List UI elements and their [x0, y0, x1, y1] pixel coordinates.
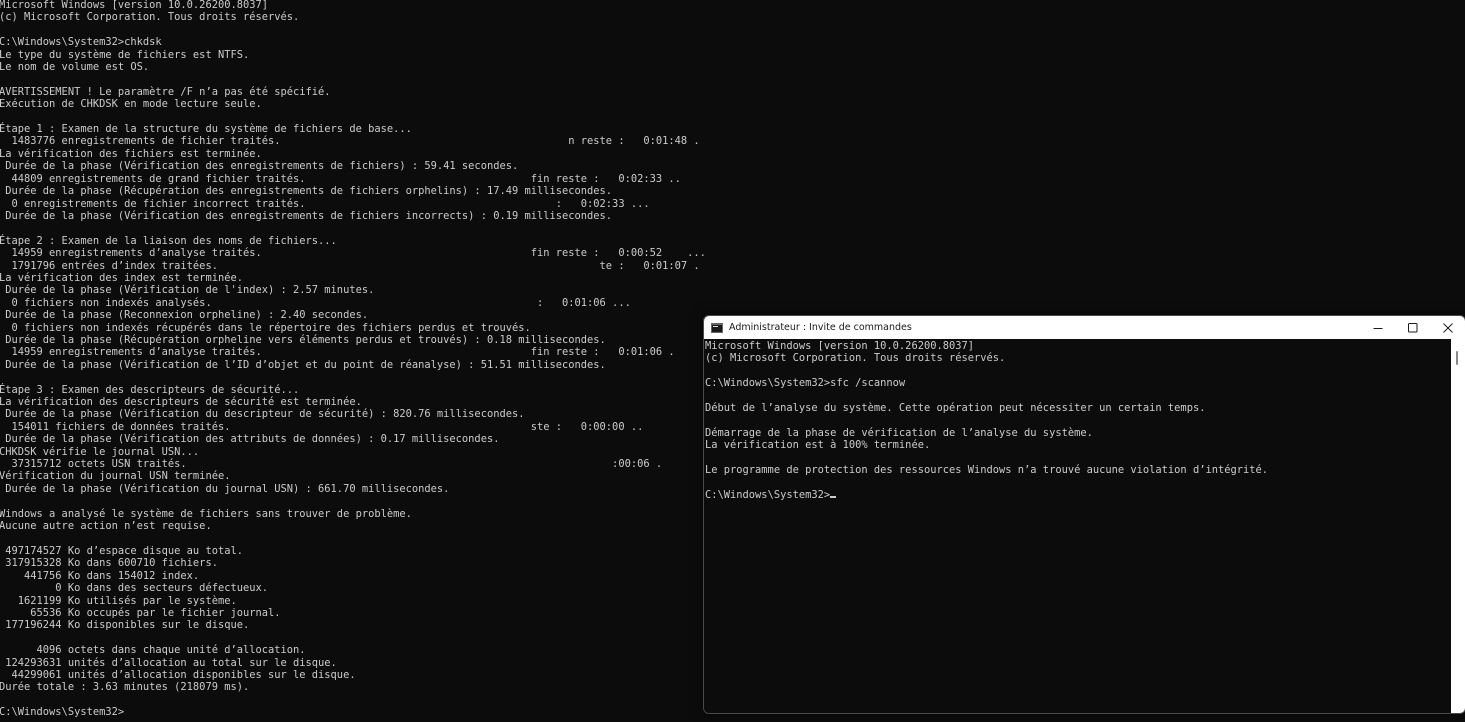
background-console-line: 65536 Ko occupés par le fichier journal. — [0, 606, 281, 619]
window-titlebar[interactable]: Administrateur : Invite de commandes — [704, 316, 1465, 339]
background-console-line: Durée de la phase (Reconnexion orpheline… — [0, 309, 369, 322]
background-console-line: AVERTISSEMENT ! Le paramètre /F n’a pas … — [0, 85, 331, 98]
background-console-line: C:\Windows\System32>chkdsk — [0, 36, 162, 49]
background-console-line: 124293631 unités d’allocation au total s… — [0, 656, 337, 669]
background-console-line: 44809 enregistrements de grand fichier t… — [0, 172, 681, 185]
window-title: Administrateur : Invite de commandes — [729, 322, 912, 333]
background-console-line: 14959 enregistrements d’analyse traités.… — [0, 247, 706, 260]
background-console-line: La vérification des descripteurs de sécu… — [0, 396, 362, 408]
background-console-line: Durée de la phase (Récupération des enre… — [0, 185, 613, 198]
command-prompt-line: (c) Microsoft Corporation. Tous droits r… — [705, 352, 1006, 365]
background-console-line: Étape 1 : Examen de la structure du syst… — [0, 123, 412, 136]
window-controls — [1360, 316, 1465, 339]
background-console-line: Exécution de CHKDSK en mode lecture seul… — [0, 98, 262, 111]
cmd-icon — [711, 322, 723, 333]
command-prompt-line: Le programme de protection des ressource… — [705, 464, 1269, 477]
background-console-line: CHKDSK vérifie le journal USN... — [0, 445, 200, 458]
background-console-line: 441756 Ko dans 154012 index. — [0, 569, 200, 582]
command-prompt-line: Début de l’analyse du système. Cette opé… — [705, 402, 1206, 415]
background-console-line: 44299061 unités d’allocation disponibles… — [0, 668, 356, 681]
background-console-line: Durée de la phase (Vérification de l’ID … — [0, 358, 606, 371]
background-console-line: 154011 fichiers de données traités. ste … — [0, 420, 644, 433]
command-prompt-line: La vérification est à 100% terminée. — [705, 439, 931, 452]
background-console-line: La vérification des index est terminée. — [0, 271, 243, 284]
command-prompt-line: C:\Windows\System32>sfc /scannow — [705, 377, 906, 390]
background-console-line: 0 fichiers non indexés analysés. : 0:01:… — [0, 296, 631, 309]
background-console-line: Durée de la phase (Vérification du descr… — [0, 408, 525, 421]
background-console-line: La vérification des fichiers est terminé… — [0, 147, 262, 160]
background-console-line: Durée de la phase (Vérification des attr… — [0, 433, 500, 446]
background-console-line: 497174527 Ko d’espace disque au total. — [0, 544, 243, 557]
background-console-line: Durée de la phase (Vérification de l'ind… — [0, 284, 375, 297]
command-prompt-line: Démarrage de la phase de vérification de… — [705, 426, 1093, 439]
background-console-line: Windows a analysé le système de fichiers… — [0, 507, 412, 520]
text-cursor — [830, 495, 837, 498]
background-console-output: Microsoft Windows [version 10.0.26200.80… — [0, 0, 706, 719]
background-console-line: 37315712 octets USN traités. :00:06 . — [0, 458, 663, 471]
command-prompt-line: Microsoft Windows [version 10.0.26200.80… — [705, 340, 974, 352]
background-console-line: Le nom de volume est OS. — [0, 61, 150, 74]
close-icon — [1442, 322, 1453, 333]
background-console-line: Aucune autre action n’est requise. — [0, 520, 212, 533]
background-console-line: Durée totale : 3.63 minutes (218079 ms). — [0, 681, 250, 694]
background-console-line: Étape 3 : Examen des descripteurs de séc… — [0, 383, 300, 396]
background-console-line: 1791796 entrées d’index traitées. te : 0… — [0, 259, 700, 272]
background-console-line: 14959 enregistrements d’analyse traités.… — [0, 346, 675, 359]
console-output-area[interactable]: Microsoft Windows [version 10.0.26200.80… — [704, 339, 1451, 713]
background-console-line: Étape 2 : Examen de la liaison des noms … — [0, 234, 337, 247]
background-console-line: Durée de la phase (Vérification des enre… — [0, 160, 519, 173]
background-console-line: 317915328 Ko dans 600710 fichiers. — [0, 557, 218, 570]
background-console-line: Durée de la phase (Récupération orphelin… — [0, 333, 606, 346]
console-output: Microsoft Windows [version 10.0.26200.80… — [705, 340, 1268, 501]
command-prompt-line: C:\Windows\System32> — [705, 488, 831, 501]
maximize-button[interactable] — [1395, 316, 1430, 339]
background-console-line: 177196244 Ko disponibles sur le disque. — [0, 619, 250, 632]
maximize-icon — [1407, 322, 1417, 332]
command-prompt-window[interactable]: Administrateur : Invite de commandes Mic — [703, 315, 1465, 714]
close-button[interactable] — [1430, 316, 1465, 339]
background-console-line: Vérification du journal USN terminée. — [0, 470, 231, 483]
background-console-line: 0 enregistrements de fichier incorrect t… — [0, 197, 650, 210]
background-console-line: Le type du système de fichiers est NTFS. — [0, 48, 250, 61]
background-console-line: C:\Windows\System32> — [0, 706, 125, 719]
background-console-line: Durée de la phase (Vérification des enre… — [0, 209, 613, 222]
background-console-line: 4096 octets dans chaque unité d’allocati… — [0, 644, 306, 657]
scrollbar-thumb[interactable] — [1456, 351, 1458, 365]
background-console-line: Microsoft Windows [version 10.0.26200.80… — [0, 0, 268, 11]
background-console-line: 1483776 enregistrements de fichier trait… — [0, 135, 700, 148]
background-console-line: 0 fichiers non indexés récupérés dans le… — [0, 321, 531, 334]
minimize-button[interactable] — [1360, 316, 1395, 339]
background-console-line: Durée de la phase (Vérification du journ… — [0, 482, 450, 495]
background-console-line: (c) Microsoft Corporation. Tous droits r… — [0, 11, 300, 24]
vertical-scrollbar[interactable] — [1451, 339, 1465, 713]
background-console-line: 1621199 Ko utilisés par le système. — [0, 594, 237, 607]
minimize-icon — [1373, 327, 1382, 329]
background-console-line: 0 Ko dans des secteurs défectueux. — [0, 582, 268, 595]
